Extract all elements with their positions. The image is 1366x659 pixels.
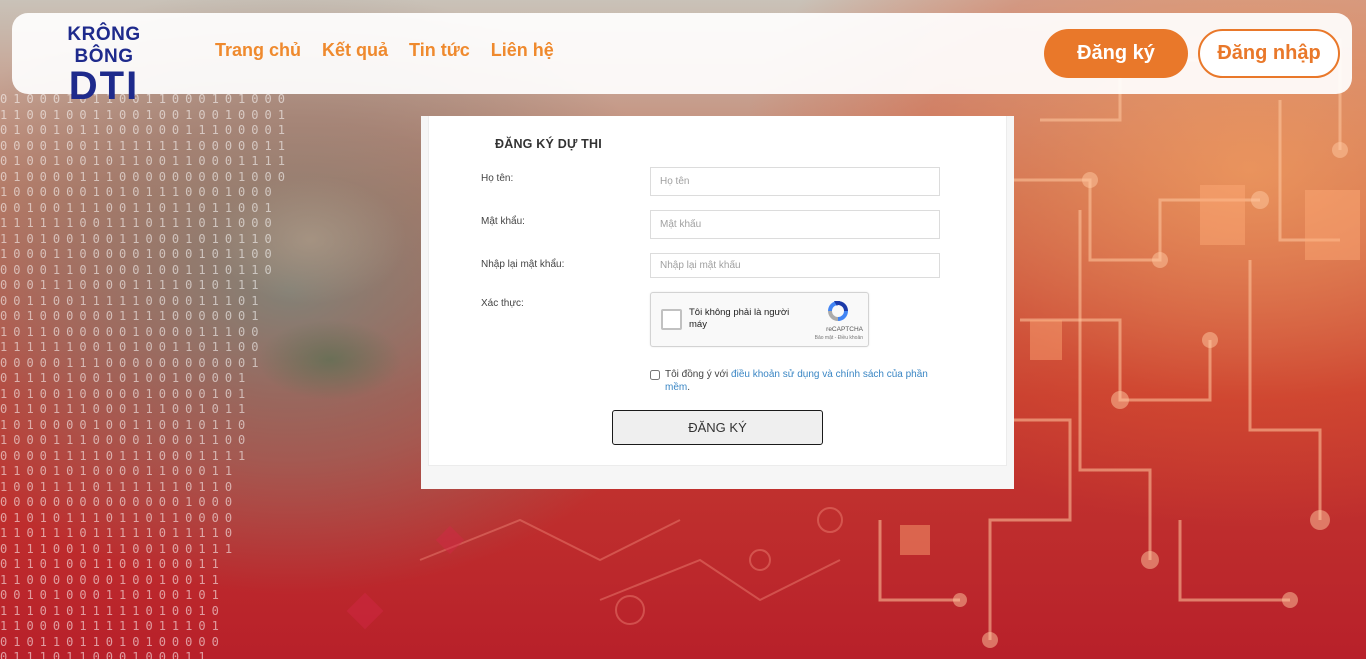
terms-agreement: Tôi đồng ý với điều khoản sử dụng và chí… [650,368,950,394]
terms-suffix: . [687,382,691,393]
confirm-password-input[interactable] [650,253,940,278]
form-title: ĐĂNG KÝ DỰ THI [495,137,602,151]
recaptcha-brand: reCAPTCHA [826,326,863,333]
recaptcha-widget: Tôi không phải là người máy reCAPTCHA Bả… [650,292,869,347]
recaptcha-logo-icon [828,301,848,321]
recaptcha-checkbox[interactable] [661,309,682,330]
nav-item-news[interactable]: Tin tức [409,39,470,61]
logo-main-text: DTI [68,64,140,108]
site-logo[interactable]: KRÔNG BÔNG DTI [36,24,172,108]
registration-panel: ĐĂNG KÝ DỰ THI Họ tên: Mật khẩu: Nhập lạ… [421,116,1014,489]
verify-label: Xác thực: [481,298,524,309]
fullname-input[interactable] [650,167,940,196]
terms-text: Tôi đồng ý với điều khoản sử dụng và chí… [665,368,950,394]
terms-prefix: Tôi đồng ý với [665,369,732,380]
login-button[interactable]: Đăng nhập [1198,29,1340,78]
submit-register-button[interactable]: ĐĂNG KÝ [612,410,823,445]
nav-item-results[interactable]: Kết quả [322,39,388,61]
header: KRÔNG BÔNG DTI Trang chủ Kết quả Tin tức… [12,13,1352,106]
nav-item-home[interactable]: Trang chủ [215,39,301,61]
registration-card: ĐĂNG KÝ DỰ THI Họ tên: Mật khẩu: Nhập lạ… [428,116,1007,466]
logo-top-text: KRÔNG BÔNG [67,24,141,67]
register-button[interactable]: Đăng ký [1044,29,1188,78]
recaptcha-links[interactable]: Bảo mật - Điều khoản [793,335,863,341]
terms-checkbox[interactable] [650,370,660,380]
fullname-label: Họ tên: [481,173,514,184]
password-label: Mật khẩu: [481,216,525,227]
nav-item-contact[interactable]: Liên hệ [491,39,554,61]
password-input[interactable] [650,210,940,239]
confirm-password-label: Nhập lại mật khẩu: [481,259,565,270]
main-nav: Trang chủ Kết quả Tin tức Liên hệ [215,39,554,61]
recaptcha-text: Tôi không phải là người máy [689,307,790,330]
